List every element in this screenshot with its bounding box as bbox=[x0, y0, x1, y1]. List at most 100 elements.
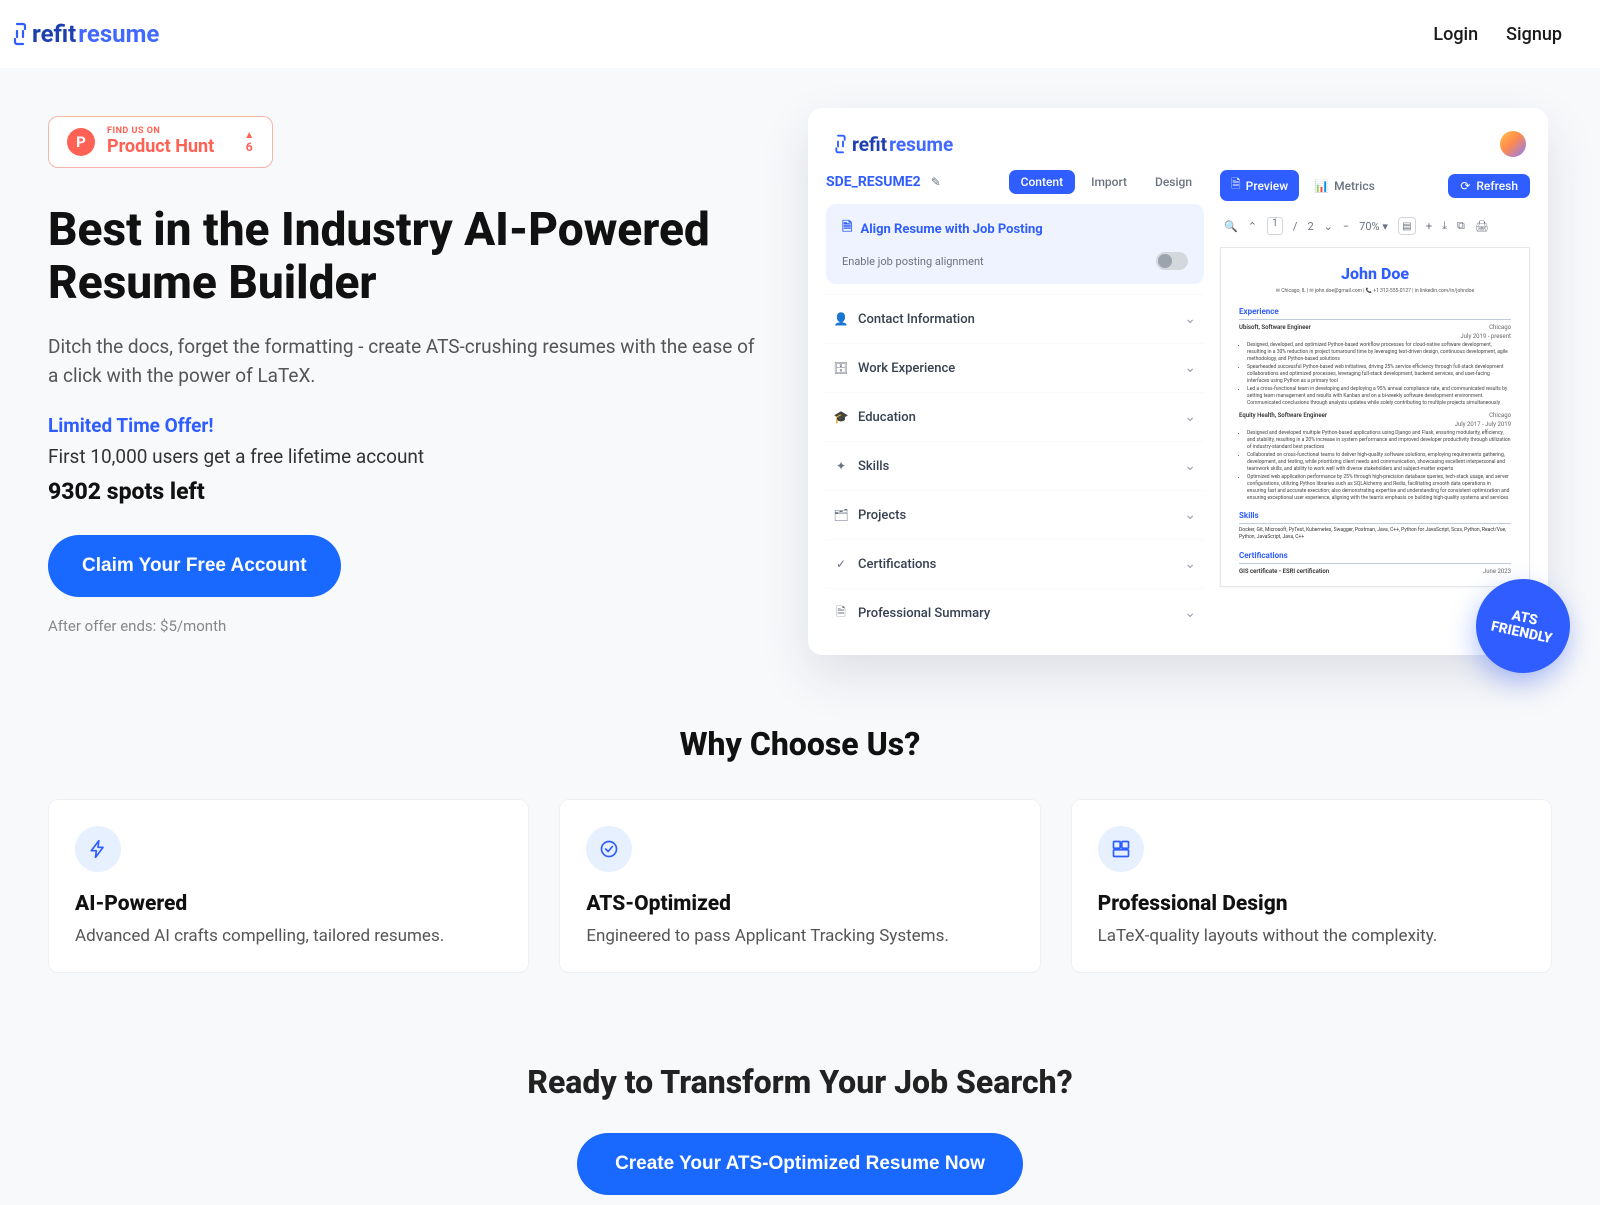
section-work[interactable]: 🗄Work Experience ⌄ bbox=[826, 343, 1204, 392]
resume-bullets: Designed, developed, and optimized Pytho… bbox=[1239, 342, 1511, 407]
signup-link[interactable]: Signup bbox=[1506, 24, 1562, 45]
resume-section-experience: Experience bbox=[1239, 306, 1511, 320]
hero-section: P FIND US ON Product Hunt ▲ 6 Best in th… bbox=[0, 68, 1600, 715]
tab-metrics[interactable]: 📊Metrics bbox=[1303, 170, 1386, 201]
hero-right: refitresume SDE_RESUME2 ✎ Content Import bbox=[808, 108, 1548, 655]
why-choose-section: Why Choose Us? AI-Powered Advanced AI cr… bbox=[0, 715, 1600, 1003]
after-offer-note: After offer ends: $5/month bbox=[48, 617, 788, 635]
section-certs[interactable]: ✓Certifications ⌄ bbox=[826, 539, 1204, 588]
product-hunt-text: FIND US ON Product Hunt bbox=[107, 127, 214, 157]
pdf-toolbar: 🔍 ⌃ 1 / 2 ⌄ − 70% ▾ ▤ + ⤓ ⧉ 🖨 bbox=[1220, 211, 1530, 241]
login-link[interactable]: Login bbox=[1433, 24, 1478, 45]
ph-name: Product Hunt bbox=[107, 137, 214, 157]
feature-desc: LaTeX-quality layouts without the comple… bbox=[1098, 926, 1525, 946]
logo-text-refit: refit bbox=[32, 20, 76, 48]
hero-subtitle: Ditch the docs, forget the formatting - … bbox=[48, 333, 768, 390]
app-header: refitresume bbox=[826, 126, 1530, 170]
section-education[interactable]: 🎓Education ⌄ bbox=[826, 392, 1204, 441]
product-hunt-icon: P bbox=[67, 128, 95, 156]
tab-preview[interactable]: 🗎Preview bbox=[1220, 170, 1299, 201]
pencil-icon[interactable]: ✎ bbox=[931, 175, 941, 189]
total-pages: 2 bbox=[1307, 220, 1313, 233]
section-contact[interactable]: 👤Contact Information ⌄ bbox=[826, 294, 1204, 343]
fit-page-icon[interactable]: ▤ bbox=[1398, 217, 1416, 235]
align-toggle[interactable] bbox=[1156, 252, 1188, 270]
resume-preview: John Doe ✉ Chicago, IL | ✉ john.doe@gmai… bbox=[1220, 247, 1530, 587]
doc-bar: SDE_RESUME2 ✎ Content Import Design bbox=[826, 170, 1204, 204]
section-skills[interactable]: ✦Skills ⌄ bbox=[826, 441, 1204, 490]
logo[interactable]: refitresume bbox=[10, 20, 159, 48]
cta-title: Ready to Transform Your Job Search? bbox=[48, 1063, 1552, 1101]
download-icon[interactable]: ⤓ bbox=[1442, 219, 1447, 233]
preview-bar: 🗎Preview 📊Metrics ⟳Refresh bbox=[1220, 170, 1530, 201]
resume-section-certs: Certifications bbox=[1239, 550, 1511, 564]
check-icon: ✓ bbox=[834, 557, 848, 571]
app-preview-panel: 🗎Preview 📊Metrics ⟳Refresh 🔍 ⌃ 1 / 2 ⌄ − bbox=[1220, 170, 1530, 637]
page-input[interactable]: 1 bbox=[1267, 217, 1283, 235]
star-icon: ✦ bbox=[834, 459, 848, 473]
layout-icon bbox=[1098, 826, 1144, 872]
chevron-down-icon: ⌄ bbox=[1184, 409, 1196, 425]
ph-count: 6 bbox=[246, 141, 253, 154]
product-hunt-badge[interactable]: P FIND US ON Product Hunt ▲ 6 bbox=[48, 116, 273, 168]
why-title: Why Choose Us? bbox=[48, 725, 1552, 763]
doc-name: SDE_RESUME2 ✎ bbox=[826, 174, 941, 190]
limited-offer: Limited Time Offer! bbox=[48, 414, 788, 437]
page-sep: / bbox=[1293, 220, 1298, 233]
align-title: 🗎 Align Resume with Job Posting bbox=[842, 218, 1188, 240]
app-logo: refitresume bbox=[830, 130, 953, 158]
search-icon[interactable]: 🔍 bbox=[1224, 220, 1238, 233]
create-resume-button[interactable]: Create Your ATS-Optimized Resume Now bbox=[577, 1133, 1023, 1195]
feature-desc: Engineered to pass Applicant Tracking Sy… bbox=[586, 926, 1013, 946]
tab-import[interactable]: Import bbox=[1079, 170, 1139, 194]
doc-title: SDE_RESUME2 bbox=[826, 174, 921, 190]
hero-title: Best in the Industry AI-Powered Resume B… bbox=[48, 204, 788, 310]
chart-icon: 📊 bbox=[1314, 179, 1329, 193]
feature-title: AI-Powered bbox=[75, 892, 502, 916]
document-icon: 🗎 bbox=[834, 606, 848, 620]
logo-icon bbox=[10, 20, 30, 48]
claim-account-button[interactable]: Claim Your Free Account bbox=[48, 535, 341, 597]
hero-left: P FIND US ON Product Hunt ▲ 6 Best in th… bbox=[48, 108, 788, 655]
preview-tabs: 🗎Preview 📊Metrics bbox=[1220, 170, 1386, 201]
app-preview-card: refitresume SDE_RESUME2 ✎ Content Import bbox=[808, 108, 1548, 655]
refresh-button[interactable]: ⟳Refresh bbox=[1448, 174, 1530, 198]
nav-links: Login Signup bbox=[1433, 24, 1590, 45]
person-icon: 👤 bbox=[834, 312, 848, 326]
chevron-down-icon: ⌄ bbox=[1184, 605, 1196, 621]
eye-icon: 🗎 bbox=[1231, 175, 1241, 196]
tab-design[interactable]: Design bbox=[1143, 170, 1204, 194]
copy-icon[interactable]: ⧉ bbox=[1457, 219, 1465, 233]
logo-text-resume: resume bbox=[78, 20, 159, 48]
chevron-up-icon[interactable]: ⌃ bbox=[1248, 220, 1257, 233]
feature-ats: ATS-Optimized Engineered to pass Applica… bbox=[559, 799, 1040, 973]
feature-grid: AI-Powered Advanced AI crafts compelling… bbox=[48, 799, 1552, 973]
section-summary[interactable]: 🗎Professional Summary ⌄ bbox=[826, 588, 1204, 637]
document-icon: 🗎 bbox=[842, 218, 852, 240]
spots-left: 9302 spots left bbox=[48, 478, 788, 505]
resume-name: John Doe bbox=[1239, 262, 1511, 286]
chevron-down-icon: ⌄ bbox=[1184, 311, 1196, 327]
resume-section-skills: Skills bbox=[1239, 510, 1511, 524]
feature-design: Professional Design LaTeX-quality layout… bbox=[1071, 799, 1552, 973]
refresh-icon: ⟳ bbox=[1460, 179, 1470, 193]
tab-content[interactable]: Content bbox=[1009, 170, 1075, 194]
chevron-down-icon: ⌄ bbox=[1184, 458, 1196, 474]
zoom-in-icon[interactable]: + bbox=[1426, 220, 1432, 233]
bottom-cta-section: Ready to Transform Your Job Search? Crea… bbox=[0, 1003, 1600, 1205]
align-toggle-row: Enable job posting alignment bbox=[842, 252, 1188, 270]
print-icon[interactable]: 🖨 bbox=[1475, 220, 1489, 233]
zoom-level[interactable]: 70% ▾ bbox=[1359, 220, 1388, 233]
chevron-down-icon: ⌄ bbox=[1184, 556, 1196, 572]
logo-icon bbox=[830, 130, 850, 158]
briefcase-icon: 🗄 bbox=[834, 361, 848, 375]
avatar[interactable] bbox=[1500, 131, 1526, 157]
skills-line: Docker, Git, Microsoft, PyTest, Kubernet… bbox=[1239, 527, 1511, 542]
ph-vote: ▲ 6 bbox=[244, 130, 254, 154]
chevron-down-icon[interactable]: ⌄ bbox=[1324, 220, 1333, 233]
doc-tabs: Content Import Design bbox=[1009, 170, 1204, 194]
check-circle-icon bbox=[586, 826, 632, 872]
lightning-icon bbox=[75, 826, 121, 872]
zoom-out-icon[interactable]: − bbox=[1343, 220, 1349, 233]
section-projects[interactable]: 🗂Projects ⌄ bbox=[826, 490, 1204, 539]
